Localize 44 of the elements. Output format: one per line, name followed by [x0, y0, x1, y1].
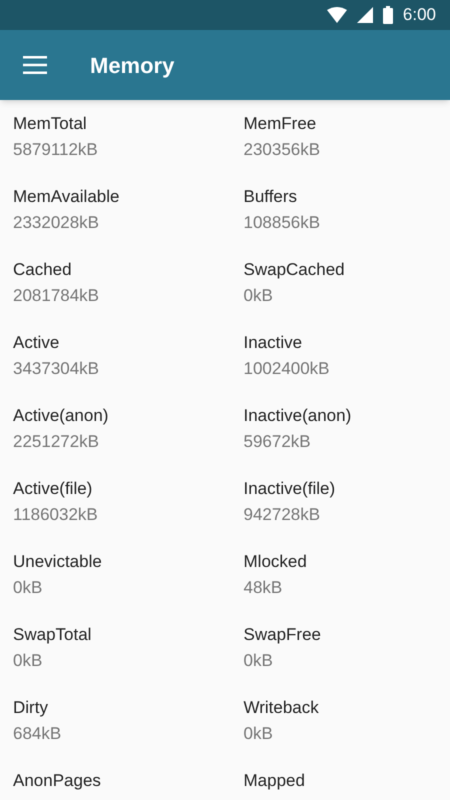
memory-field-label: MemFree	[244, 113, 318, 135]
memory-field-value: 5879112kB	[13, 139, 99, 161]
memory-field-label: Mlocked	[244, 551, 308, 573]
wifi-icon	[326, 7, 347, 23]
memory-field-label: MemAvailable	[13, 186, 120, 208]
memory-field-value: 942728kB	[244, 504, 322, 526]
memory-field-label: Writeback	[244, 697, 320, 719]
memory-field-value: 2251272kB	[13, 431, 100, 453]
memory-field-value: 1002400kB	[244, 358, 331, 380]
battery-icon	[382, 6, 393, 24]
memory-field-label: SwapTotal	[13, 624, 92, 646]
memory-field-label: AnonPages	[13, 770, 102, 792]
memory-field-label: Active(file)	[13, 478, 94, 500]
status-time: 6:00	[402, 4, 436, 26]
memory-field-value: 0kB	[13, 650, 44, 672]
memory-field-value: 48kB	[244, 577, 284, 599]
memory-field-label: Active(anon)	[13, 405, 110, 427]
memory-field-label: Inactive	[244, 332, 304, 354]
memory-field-value: 3437304kB	[13, 358, 100, 380]
memory-field-value: 230356kB	[244, 139, 322, 161]
memory-field-label: Inactive(file)	[244, 478, 336, 500]
memory-field-label: Buffers	[244, 186, 298, 208]
memory-field-label: Inactive(anon)	[244, 405, 352, 427]
memory-field-value: 2081784kB	[13, 285, 100, 307]
memory-field-value: 108856kB	[244, 212, 322, 234]
memory-field-label: Dirty	[13, 697, 49, 719]
memory-field-value: 0kB	[13, 577, 44, 599]
memory-field-label: Unevictable	[13, 551, 103, 573]
memory-field-value: 0kB	[244, 650, 274, 672]
memory-field-label: SwapCached	[244, 259, 346, 281]
memory-field-label: Active	[13, 332, 60, 354]
memory-field-label: SwapFree	[244, 624, 322, 646]
memory-field-label: Cached	[13, 259, 73, 281]
memory-field-label: Mapped	[244, 770, 306, 792]
menu-icon	[23, 56, 47, 74]
memory-field-value: 0kB	[244, 723, 274, 745]
memory-field-value: 2332028kB	[13, 212, 100, 234]
toolbar-title: Memory	[90, 52, 174, 80]
memory-field-value: 0kB	[244, 285, 274, 307]
memory-field-label: MemTotal	[13, 113, 88, 135]
memory-field-value: 684kB	[13, 723, 62, 745]
memory-field-value: 59672kB	[244, 431, 312, 453]
memory-field-value: 1186032kB	[13, 504, 99, 526]
signal-icon	[356, 7, 373, 23]
